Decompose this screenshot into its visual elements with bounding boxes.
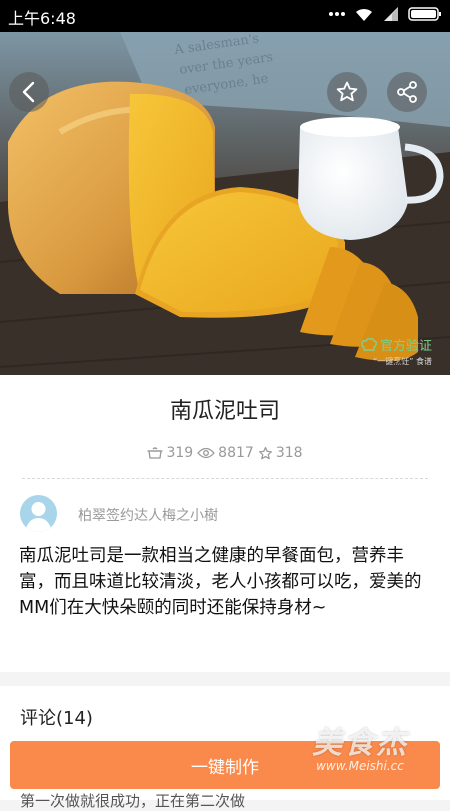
made-count-value: 319 — [166, 445, 194, 461]
cell-signal-icon — [384, 7, 398, 21]
recipe-description: 南瓜泥吐司是一款相当之健康的早餐面包，营养丰富，而且味道比较清淡，老人小孩都可以… — [19, 546, 422, 618]
author-name[interactable]: 柏翠签约达人梅之小樹 — [78, 505, 218, 525]
star-icon — [336, 81, 358, 102]
chevron-left-icon — [22, 81, 35, 103]
view-count: 8817 — [197, 445, 254, 461]
favorite-count-value: 318 — [275, 445, 303, 461]
recipe-hero-image: A salesman's over the years everyone, he — [0, 32, 450, 375]
default-avatar-icon — [25, 502, 52, 532]
verified-label: 官方验证 — [379, 339, 432, 354]
battery-icon — [408, 7, 441, 21]
chef-hat-icon — [361, 337, 377, 351]
recipe-info-card: 南瓜泥吐司 319 8817 318 柏翠签约达人梅之小樹 南瓜泥吐司是一款相当… — [0, 375, 450, 672]
make-button-label: 一键制作 — [191, 757, 259, 778]
status-time: 上午6:48 — [8, 9, 76, 28]
comment-preview: 第一次做就很成功，正在第二次做 — [20, 792, 246, 810]
wifi-icon — [356, 8, 372, 21]
author-avatar[interactable] — [20, 495, 57, 532]
back-button[interactable] — [9, 72, 49, 112]
watermark-brand: 美食杰 — [312, 726, 408, 761]
share-icon — [397, 81, 417, 103]
signal-dots-icon — [329, 12, 345, 16]
pot-icon — [147, 447, 163, 459]
status-icons — [328, 6, 442, 22]
favorite-count: 318 — [258, 445, 303, 461]
made-count: 319 — [147, 445, 193, 461]
official-verified-badge: 官方验证 “一键烹饪” 食谱 — [361, 335, 432, 367]
share-button[interactable] — [387, 72, 427, 112]
star-outline-icon — [258, 446, 272, 459]
favorite-button[interactable] — [327, 72, 367, 112]
recipe-stats: 319 8817 318 — [0, 445, 450, 461]
meishi-watermark: 美食杰 www.Meishi.cc — [312, 726, 408, 774]
verified-sub-label: “一键烹饪” 食谱 — [373, 357, 432, 366]
comments-title[interactable]: 评论(14) — [20, 704, 93, 730]
watermark-url: www.Meishi.cc — [316, 759, 404, 773]
status-bar: 上午6:48 — [0, 0, 450, 32]
divider — [22, 478, 428, 479]
eye-icon — [197, 447, 216, 459]
bread-photo: A salesman's over the years everyone, he — [0, 32, 450, 375]
recipe-title: 南瓜泥吐司 — [169, 399, 280, 424]
view-count-value: 8817 — [218, 445, 254, 461]
